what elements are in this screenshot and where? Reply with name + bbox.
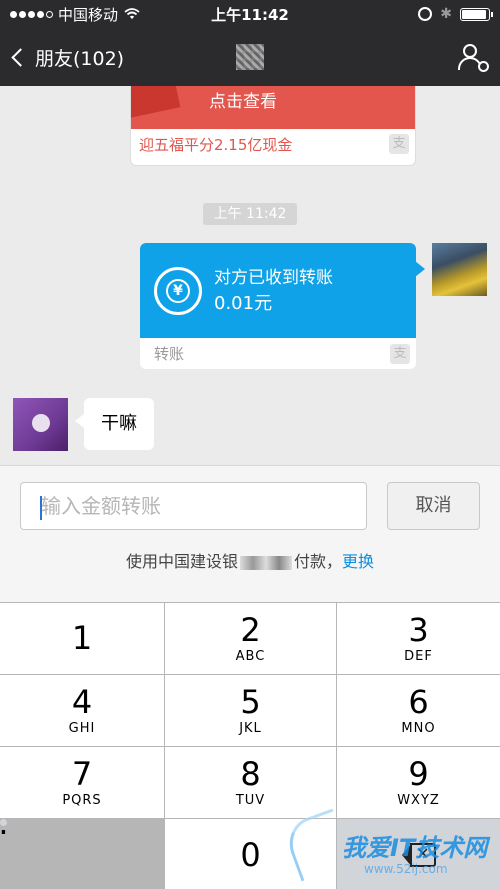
red-card-action: 点击查看 bbox=[209, 92, 277, 112]
alipay-logo-icon: 支 bbox=[389, 134, 409, 154]
payment-method-line: 使用中国建设银 付款，更换 bbox=[0, 548, 500, 572]
card-number-blurred bbox=[239, 555, 292, 570]
transfer-card[interactable]: ¥ 对方已收到转账 0.01元 转账 支 bbox=[140, 243, 425, 369]
top-bar: 中国移动 上午11:42 ✱ 朋友(102) bbox=[0, 0, 500, 86]
payment-method-suffix: 付款， bbox=[293, 552, 342, 571]
contact-avatar[interactable] bbox=[13, 398, 68, 451]
key-decimal[interactable]: . bbox=[0, 807, 9, 839]
transfer-title: 对方已收到转账 bbox=[214, 268, 333, 288]
incoming-message-bubble[interactable]: 干嘛 bbox=[75, 398, 154, 450]
gear-icon bbox=[478, 61, 489, 72]
key-1[interactable]: 1 bbox=[0, 603, 164, 674]
amount-input[interactable] bbox=[20, 482, 367, 530]
carrier-name: 中国移动 bbox=[58, 5, 119, 24]
nav-bar: 朋友(102) bbox=[0, 28, 500, 86]
cancel-button[interactable]: 取消 bbox=[387, 482, 480, 530]
key-8[interactable]: 8 TUV bbox=[165, 747, 336, 818]
text-caret bbox=[40, 496, 42, 520]
transfer-amount: 0.01元 bbox=[214, 293, 273, 314]
key-9[interactable]: 9 WXYZ bbox=[337, 747, 500, 818]
back-label: 朋友(102) bbox=[35, 47, 125, 70]
key-4[interactable]: 4 GHI bbox=[0, 675, 164, 746]
red-packet-card[interactable]: 点击查看 迎五福平分2.15亿现金 支 bbox=[130, 86, 416, 166]
transfer-received-icon: ¥ bbox=[154, 267, 202, 315]
chevron-left-icon bbox=[11, 47, 30, 67]
key-0[interactable]: 0 bbox=[165, 819, 336, 889]
key-7[interactable]: 7 PQRS bbox=[0, 747, 164, 818]
alipay-logo-icon: 支 bbox=[390, 343, 410, 364]
key-2[interactable]: 2 ABC bbox=[165, 603, 336, 674]
chat-area[interactable]: 点击查看 迎五福平分2.15亿现金 支 上午 11:42 ¥ 对方已收到转账 0… bbox=[0, 86, 500, 465]
key-5[interactable]: 5 JKL bbox=[165, 675, 336, 746]
red-packet-decoration bbox=[131, 86, 181, 118]
back-button[interactable]: 朋友(102) bbox=[11, 44, 125, 71]
numeric-keypad: 1 2 ABC 3 DEF 4 GHI 5 JKL 6 MNO 7 PQRS 8 TUV 9W… bbox=[0, 602, 500, 889]
contact-settings-button[interactable] bbox=[458, 43, 489, 72]
backspace-icon: ✕ bbox=[401, 843, 436, 867]
red-card-promo: 迎五福平分2.15亿现金 bbox=[139, 135, 293, 154]
message-timestamp: 上午 11:42 bbox=[203, 203, 297, 225]
rotation-lock-icon bbox=[418, 7, 433, 21]
status-bar: 中国移动 上午11:42 ✱ bbox=[0, 0, 500, 28]
change-payment-link[interactable]: 更换 bbox=[342, 552, 374, 571]
backspace-key[interactable]: ✕ bbox=[337, 819, 500, 889]
transfer-input-panel: 取消 使用中国建设银 付款，更换 bbox=[0, 465, 500, 602]
bluetooth-icon: ✱ bbox=[440, 6, 452, 22]
payment-method-prefix: 使用中国建设银 bbox=[125, 552, 238, 571]
my-avatar[interactable] bbox=[432, 243, 487, 296]
contact-name-pixelated bbox=[236, 44, 264, 70]
key-6[interactable]: 6 MNO bbox=[337, 675, 500, 746]
wifi-icon bbox=[124, 8, 140, 19]
signal-strength-icon bbox=[10, 10, 53, 18]
battery-icon bbox=[460, 7, 493, 21]
transfer-footer-label: 转账 bbox=[154, 345, 185, 363]
person-icon bbox=[463, 44, 477, 58]
key-3[interactable]: 3 DEF bbox=[337, 603, 500, 674]
